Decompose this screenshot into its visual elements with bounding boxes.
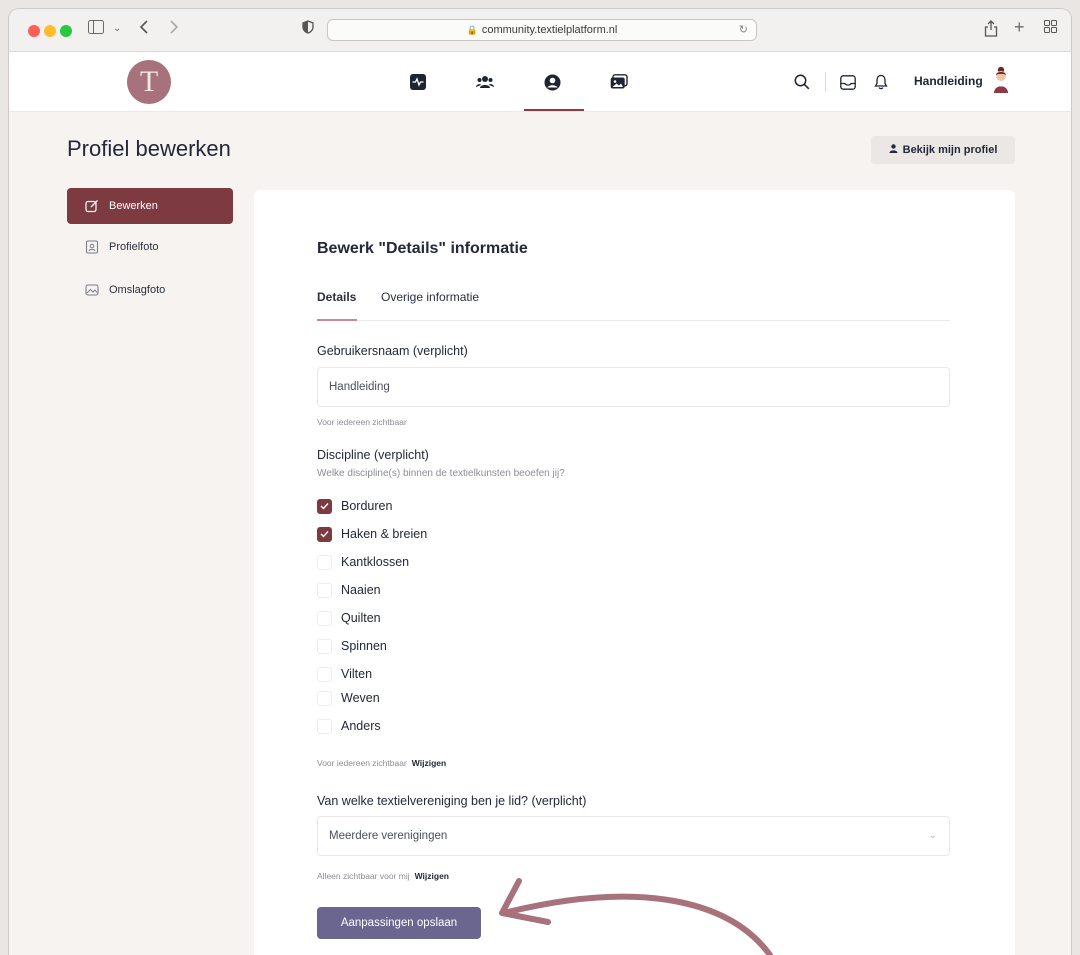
- association-visibility-text: Alleen zichtbaar voor mij Wijzigen: [317, 871, 449, 881]
- minimize-window-button[interactable]: [44, 25, 56, 37]
- browser-window: ⌄ 🔒 community.textielplatform.nl ↻ + T H…: [9, 9, 1071, 955]
- edit-icon: [85, 200, 98, 213]
- sidebar-toggle-icon[interactable]: [88, 20, 104, 39]
- discipline-option-anders[interactable]: Anders: [317, 718, 381, 734]
- chevron-down-icon[interactable]: ⌄: [113, 20, 121, 38]
- avatar[interactable]: [991, 66, 1011, 94]
- logo-letter: T: [139, 65, 159, 98]
- close-window-button[interactable]: [28, 25, 40, 37]
- chevron-down-icon: ⌄: [928, 830, 937, 841]
- forward-icon[interactable]: [169, 20, 179, 39]
- discipline-option-naaien[interactable]: Naaien: [317, 582, 381, 598]
- discipline-description: Welke discipline(s) binnen de textielkun…: [317, 468, 565, 479]
- sidebar-item-label: Profielfoto: [109, 241, 159, 253]
- discipline-option-haken-breien[interactable]: Haken & breien: [317, 526, 427, 542]
- visibility-label: Alleen zichtbaar voor mij: [317, 871, 410, 881]
- user-name[interactable]: Handleiding: [914, 74, 983, 88]
- checkbox-label: Spinnen: [341, 639, 387, 653]
- inbox-icon[interactable]: [840, 70, 856, 94]
- new-tab-icon[interactable]: +: [1014, 18, 1025, 36]
- checkbox[interactable]: [317, 718, 332, 734]
- search-icon[interactable]: [794, 70, 810, 94]
- tabs-divider: [317, 320, 950, 321]
- checkbox-label: Naaien: [341, 583, 381, 597]
- zoom-window-button[interactable]: [60, 25, 72, 37]
- tab-details[interactable]: Details: [317, 290, 356, 304]
- checkbox-label: Weven: [341, 691, 380, 705]
- site-header: T Handleiding: [9, 52, 1071, 112]
- checkbox-label: Borduren: [341, 499, 393, 513]
- checkbox[interactable]: [317, 498, 332, 514]
- sidebar-item-profielfoto[interactable]: Profielfoto: [67, 229, 233, 265]
- checkbox-label: Kantklossen: [341, 555, 410, 569]
- association-label: Van welke textielvereniging ben je lid? …: [317, 794, 587, 808]
- edit-form-card: Bewerk "Details" informatie Details Over…: [254, 190, 1015, 955]
- active-nav-indicator: [524, 109, 584, 111]
- active-tab-indicator: [317, 319, 357, 321]
- save-changes-button[interactable]: Aanpassingen opslaan: [317, 907, 481, 939]
- shield-icon[interactable]: [302, 20, 314, 39]
- change-visibility-link[interactable]: Wijzigen: [412, 758, 446, 768]
- discipline-option-vilten[interactable]: Vilten: [317, 666, 372, 682]
- url-text: community.textielplatform.nl: [481, 24, 618, 36]
- checkbox[interactable]: [317, 610, 332, 626]
- change-visibility-link[interactable]: Wijzigen: [415, 871, 449, 881]
- header-divider: [825, 72, 826, 92]
- save-button-label: Aanpassingen opslaan: [340, 917, 458, 929]
- checkbox-label: Haken & breien: [341, 527, 428, 541]
- bell-icon[interactable]: [874, 70, 888, 94]
- discipline-option-weven[interactable]: Weven: [317, 690, 380, 706]
- sidebar-item-bewerken[interactable]: Bewerken: [67, 188, 233, 224]
- username-field[interactable]: Handleiding: [317, 367, 950, 407]
- discipline-option-spinnen[interactable]: Spinnen: [317, 638, 387, 654]
- checkbox-label: Vilten: [341, 667, 373, 681]
- members-icon[interactable]: [473, 70, 497, 94]
- view-profile-label: Bekijk mijn profiel: [902, 144, 998, 156]
- reload-icon[interactable]: ↻: [739, 20, 748, 40]
- profile-icon[interactable]: [540, 70, 564, 94]
- tab-overview-icon[interactable]: [1044, 20, 1057, 38]
- sidebar-item-label: Bewerken: [109, 200, 158, 212]
- checkbox[interactable]: [317, 666, 332, 682]
- association-select[interactable]: Meerdere verenigingen ⌄: [317, 816, 950, 856]
- page-title: Profiel bewerken: [67, 136, 231, 161]
- activity-icon[interactable]: [406, 70, 430, 94]
- checkbox[interactable]: [317, 554, 332, 570]
- username-visibility-text: Voor iedereen zichtbaar: [317, 417, 407, 427]
- checkbox[interactable]: [317, 582, 332, 598]
- address-bar[interactable]: 🔒 community.textielplatform.nl ↻: [327, 19, 757, 41]
- checkbox[interactable]: [317, 690, 332, 706]
- association-selected-value: Meerdere verenigingen: [329, 830, 448, 842]
- view-profile-button[interactable]: Bekijk mijn profiel: [871, 136, 1015, 164]
- cover-photo-icon: [85, 284, 99, 296]
- checkbox[interactable]: [317, 526, 332, 542]
- lock-icon: 🔒: [466, 25, 478, 35]
- checkbox[interactable]: [317, 638, 332, 654]
- discipline-visibility-text: Voor iedereen zichtbaar Wijzigen: [317, 758, 446, 768]
- discipline-label: Discipline (verplicht): [317, 448, 429, 462]
- tab-overige-informatie[interactable]: Overige informatie: [381, 290, 479, 304]
- site-logo[interactable]: T: [127, 60, 171, 104]
- form-title: Bewerk "Details" informatie: [317, 240, 528, 257]
- checkbox-label: Anders: [341, 719, 381, 733]
- discipline-option-kantklossen[interactable]: Kantklossen: [317, 554, 409, 570]
- sidebar-item-label: Omslagfoto: [109, 284, 166, 296]
- user-icon: [889, 144, 898, 156]
- discipline-option-quilten[interactable]: Quilten: [317, 610, 381, 626]
- visibility-label: Voor iedereen zichtbaar: [317, 758, 407, 768]
- discipline-option-borduren[interactable]: Borduren: [317, 498, 392, 514]
- back-icon[interactable]: [139, 20, 149, 39]
- username-label: Gebruikersnaam (verplicht): [317, 344, 468, 358]
- photos-icon[interactable]: [607, 70, 631, 94]
- profile-photo-icon: [85, 240, 99, 254]
- browser-toolbar: ⌄ 🔒 community.textielplatform.nl ↻ +: [9, 9, 1071, 52]
- share-icon[interactable]: [984, 20, 998, 42]
- checkbox-label: Quilten: [341, 611, 381, 625]
- sidebar-item-omslagfoto[interactable]: Omslagfoto: [67, 272, 233, 308]
